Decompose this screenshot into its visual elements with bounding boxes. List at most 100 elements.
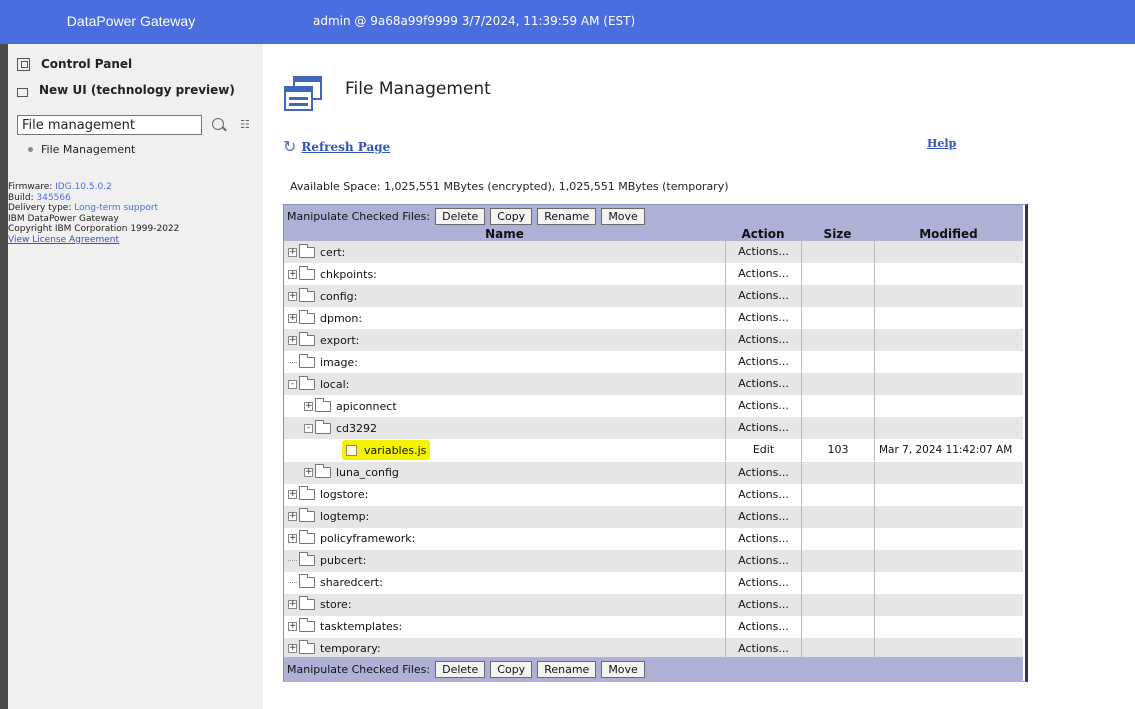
actions-link[interactable]: Actions... [725, 417, 801, 440]
actions-link[interactable]: Actions... [725, 241, 801, 263]
nav-search-input[interactable] [17, 115, 202, 135]
folder-icon[interactable] [299, 552, 315, 567]
column-header-modified[interactable]: Modified [874, 227, 1023, 241]
actions-link[interactable]: Actions... [725, 307, 801, 330]
file-name[interactable]: variables.js [364, 444, 426, 457]
folder-name[interactable]: chkpoints: [320, 268, 377, 281]
rename-button[interactable]: Rename [537, 208, 597, 225]
folder-icon[interactable] [315, 464, 331, 478]
folder-icon[interactable] [299, 596, 315, 611]
folder-name[interactable]: sharedcert: [320, 576, 383, 589]
actions-link[interactable]: Actions... [725, 483, 801, 506]
folder-name[interactable]: export: [320, 334, 359, 347]
folder-name[interactable]: cd3292 [336, 422, 377, 435]
folder-name[interactable]: store: [320, 598, 352, 611]
folder-name[interactable]: temporary: [320, 642, 381, 655]
folder-icon[interactable] [299, 486, 315, 501]
actions-link[interactable]: Actions... [725, 329, 801, 352]
move-button[interactable]: Move [601, 661, 645, 678]
actions-link[interactable]: Actions... [725, 593, 801, 616]
expand-icon[interactable]: + [288, 269, 297, 279]
refresh-page-link[interactable]: ↻ Refresh Page [283, 139, 390, 155]
folder-icon[interactable] [299, 353, 315, 368]
folder-icon[interactable] [299, 574, 315, 589]
actions-link[interactable]: Actions... [725, 395, 801, 418]
rename-button[interactable]: Rename [537, 661, 597, 678]
collapse-icon[interactable]: - [288, 379, 297, 389]
actions-link[interactable]: Actions... [725, 615, 801, 638]
refresh-label[interactable]: Refresh Page [301, 140, 390, 154]
folder-icon[interactable] [299, 530, 315, 545]
expand-icon[interactable]: + [288, 512, 297, 522]
actions-link[interactable]: Actions... [725, 461, 801, 484]
folder-name[interactable]: tasktemplates: [320, 620, 402, 633]
move-button[interactable]: Move [601, 208, 645, 225]
license-link[interactable]: View License Agreement [8, 235, 119, 245]
actions-link[interactable]: Actions... [725, 373, 801, 396]
copy-button[interactable]: Copy [490, 661, 533, 678]
folder-row: + apiconnect Actions... [284, 395, 1023, 418]
edit-link[interactable]: Edit [725, 439, 801, 462]
name-cell: + dpmon: [288, 307, 362, 329]
actions-link[interactable]: Actions... [725, 263, 801, 286]
folder-name[interactable]: local: [320, 378, 349, 391]
actions-link[interactable]: Actions... [725, 505, 801, 528]
copy-button[interactable]: Copy [490, 208, 533, 225]
highlighted-file: variables.js [342, 440, 431, 461]
actions-link[interactable]: Actions... [725, 549, 801, 572]
actions-link[interactable]: Actions... [725, 351, 801, 374]
expand-icon[interactable]: + [288, 291, 297, 301]
column-header-size[interactable]: Size [801, 227, 874, 241]
folder-icon[interactable] [299, 618, 315, 633]
folder-icon[interactable] [315, 397, 331, 412]
folder-name[interactable]: config: [320, 290, 357, 303]
folder-name[interactable]: cert: [320, 246, 345, 259]
folder-icon[interactable] [315, 419, 331, 434]
folder-icon[interactable] [299, 243, 315, 258]
column-header-name[interactable]: Name [284, 227, 725, 241]
expand-icon[interactable]: + [288, 600, 297, 610]
expand-icon[interactable]: + [288, 534, 297, 544]
expand-icon[interactable]: + [288, 490, 297, 500]
collapse-icon[interactable]: - [304, 423, 313, 433]
file-checkbox[interactable] [346, 444, 357, 456]
folder-icon[interactable] [299, 640, 315, 655]
folder-name[interactable]: logtemp: [320, 510, 369, 523]
new-ui-link[interactable]: New UI (technology preview) [17, 83, 235, 97]
expand-icon[interactable]: + [288, 335, 297, 345]
folder-icon[interactable] [299, 309, 315, 324]
size-cell [801, 527, 874, 550]
modified-cell [874, 351, 1023, 374]
help-link[interactable]: Help [927, 137, 956, 150]
brand-title[interactable]: DataPower Gateway [0, 0, 262, 44]
folder-name[interactable]: image: [320, 356, 358, 369]
folder-icon[interactable] [299, 331, 315, 346]
folder-icon[interactable] [299, 508, 315, 523]
folder-icon[interactable] [299, 287, 315, 302]
folder-name[interactable]: policyframework: [320, 532, 415, 545]
delete-button[interactable]: Delete [435, 208, 486, 225]
control-panel-link[interactable]: Control Panel [17, 57, 132, 71]
search-icon[interactable] [212, 118, 224, 130]
folder-name[interactable]: logstore: [320, 488, 368, 501]
folder-name[interactable]: pubcert: [320, 554, 366, 567]
tree-view-icon[interactable]: ☷ [240, 118, 250, 131]
expand-icon[interactable]: + [288, 644, 297, 654]
expand-icon[interactable]: + [304, 401, 313, 411]
delete-button[interactable]: Delete [435, 661, 486, 678]
actions-link[interactable]: Actions... [725, 285, 801, 308]
expand-icon[interactable]: + [288, 247, 297, 257]
folder-icon[interactable] [299, 375, 315, 390]
expand-icon[interactable]: + [288, 622, 297, 632]
size-cell [801, 593, 874, 616]
actions-link[interactable]: Actions... [725, 527, 801, 550]
folder-name[interactable]: luna_config [336, 466, 399, 479]
actions-link[interactable]: Actions... [725, 571, 801, 594]
expand-icon[interactable]: + [288, 313, 297, 323]
modified-cell [874, 395, 1023, 418]
search-result-file-management[interactable]: File Management [28, 143, 135, 156]
folder-name[interactable]: apiconnect [336, 400, 397, 413]
folder-name[interactable]: dpmon: [320, 312, 362, 325]
folder-icon[interactable] [299, 265, 315, 280]
expand-icon[interactable]: + [304, 468, 313, 477]
